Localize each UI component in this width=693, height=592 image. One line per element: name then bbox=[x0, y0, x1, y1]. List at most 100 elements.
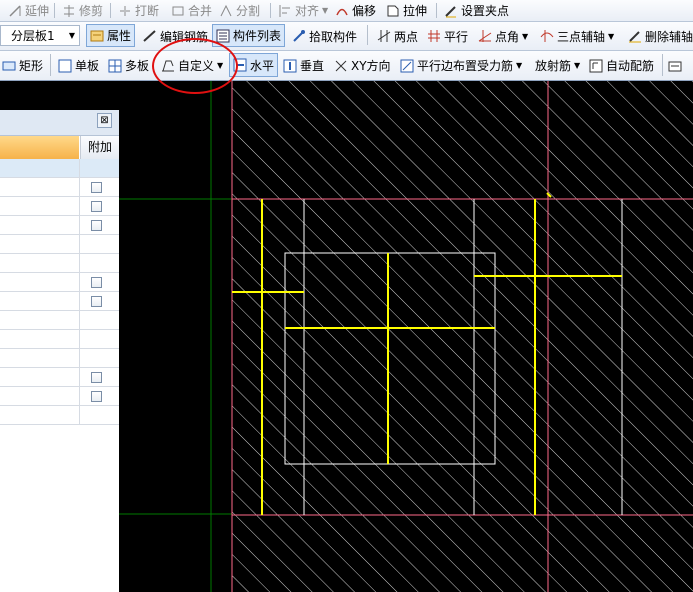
overflow-tool-icon bbox=[668, 59, 682, 73]
extend-label: 延伸 bbox=[25, 4, 50, 18]
table-row[interactable] bbox=[0, 159, 119, 178]
properties-button[interactable]: 属性 bbox=[86, 24, 136, 47]
pick-component-button[interactable]: 拾取构件 bbox=[292, 22, 357, 50]
table-row[interactable] bbox=[0, 178, 119, 197]
table-row[interactable] bbox=[0, 235, 119, 254]
radial-button[interactable]: 放射筋 ▼ bbox=[535, 51, 580, 80]
attach-checkbox[interactable] bbox=[91, 391, 102, 402]
table-row[interactable] bbox=[0, 368, 119, 387]
horizontal-label: 水平 bbox=[250, 58, 275, 73]
column-divider bbox=[79, 349, 80, 367]
offset-button[interactable]: 偏移 bbox=[335, 0, 376, 21]
table-row[interactable] bbox=[0, 406, 119, 425]
table-row[interactable] bbox=[0, 330, 119, 349]
auto-rebar-label: 自动配筋 bbox=[606, 59, 655, 73]
grid-header-name-column[interactable] bbox=[0, 136, 79, 159]
vertical-icon bbox=[283, 59, 297, 73]
parallel-axis-icon bbox=[427, 29, 441, 43]
layer-select[interactable]: 分层板1 ▼ bbox=[0, 25, 80, 46]
close-icon[interactable]: ⊠ bbox=[97, 113, 112, 128]
delete-axis-button[interactable]: 删除辅轴 bbox=[628, 22, 693, 50]
grid-header-attach[interactable]: 附加 bbox=[80, 136, 119, 159]
point-angle-label: 点角 bbox=[495, 29, 520, 44]
column-divider bbox=[79, 292, 80, 310]
attach-checkbox[interactable] bbox=[91, 182, 102, 193]
table-row[interactable] bbox=[0, 254, 119, 273]
multi-slab-button[interactable]: 多板 bbox=[108, 51, 149, 80]
align-button[interactable]: 对齐 ▼ bbox=[278, 0, 328, 21]
point-angle-icon bbox=[478, 29, 492, 43]
xy-direction-button[interactable]: XY方向 bbox=[334, 51, 391, 80]
split-button[interactable]: 分割 bbox=[219, 0, 260, 21]
component-list-button[interactable]: 构件列表 bbox=[212, 24, 286, 47]
single-slab-label: 单板 bbox=[75, 59, 100, 73]
table-row[interactable] bbox=[0, 216, 119, 235]
layer-select-value: 分层板1 bbox=[11, 29, 55, 43]
point-angle-button[interactable]: 点角 ▼ bbox=[478, 22, 528, 50]
drawing-canvas[interactable] bbox=[119, 81, 693, 592]
grid-header: 附加 bbox=[0, 136, 119, 159]
merge-label: 合并 bbox=[188, 4, 213, 18]
table-row[interactable] bbox=[0, 197, 119, 216]
auto-rebar-icon bbox=[589, 59, 603, 73]
vertical-button[interactable]: 垂直 bbox=[283, 51, 324, 80]
three-point-axis-icon bbox=[540, 29, 554, 43]
eyedropper-icon bbox=[292, 29, 306, 43]
eraser-icon bbox=[628, 29, 642, 43]
break-button[interactable]: 打断 bbox=[118, 0, 159, 21]
column-divider bbox=[79, 368, 80, 386]
break-label: 打断 bbox=[135, 4, 160, 18]
table-row[interactable] bbox=[0, 273, 119, 292]
three-point-axis-button[interactable]: 三点辅轴 ▼ bbox=[540, 22, 614, 50]
auto-rebar-button[interactable]: 自动配筋 bbox=[589, 51, 654, 80]
column-divider bbox=[79, 235, 80, 253]
stretch-label: 拉伸 bbox=[403, 4, 428, 18]
table-row[interactable] bbox=[0, 311, 119, 330]
properties-icon bbox=[90, 29, 104, 43]
rectangle-label: 矩形 bbox=[19, 59, 44, 73]
attach-checkbox[interactable] bbox=[91, 277, 102, 288]
two-points-axis-icon bbox=[377, 29, 391, 43]
column-divider bbox=[79, 159, 80, 177]
three-point-axis-label: 三点辅轴 bbox=[557, 29, 606, 44]
extend-icon bbox=[8, 4, 22, 18]
grip-pencil-icon bbox=[444, 4, 458, 18]
parallel-button[interactable]: 平行 bbox=[427, 22, 468, 50]
modify-toolbar: 延伸 修剪 打断 合并 分割 对齐 ▼ 偏移 拉伸 设置夹点 bbox=[0, 0, 693, 22]
attach-checkbox[interactable] bbox=[91, 201, 102, 212]
align-label: 对齐 bbox=[295, 4, 320, 18]
radial-label: 放射筋 bbox=[535, 59, 572, 73]
attach-checkbox[interactable] bbox=[91, 220, 102, 231]
trim-icon bbox=[62, 4, 76, 18]
table-row[interactable] bbox=[0, 387, 119, 406]
parallel-edge-button[interactable]: 平行边布置受力筋 ▼ bbox=[400, 51, 522, 80]
multi-slab-icon bbox=[108, 59, 122, 73]
column-divider bbox=[79, 216, 80, 234]
column-divider bbox=[79, 387, 80, 405]
column-divider bbox=[79, 406, 80, 424]
column-divider bbox=[79, 273, 80, 291]
properties-label: 属性 bbox=[107, 29, 132, 43]
single-slab-icon bbox=[58, 59, 72, 73]
stretch-button[interactable]: 拉伸 bbox=[386, 0, 427, 21]
set-grip-button[interactable]: 设置夹点 bbox=[444, 0, 509, 21]
single-slab-button[interactable]: 单板 bbox=[58, 51, 99, 80]
table-row[interactable] bbox=[0, 349, 119, 368]
annotation-circle bbox=[152, 38, 238, 94]
overflow-button[interactable] bbox=[668, 51, 685, 80]
merge-button[interactable]: 合并 bbox=[171, 0, 212, 21]
vertical-label: 垂直 bbox=[300, 59, 325, 73]
stretch-icon bbox=[386, 4, 400, 18]
panel-titlebar: ⊠ bbox=[0, 110, 119, 136]
rectangle-button[interactable]: 矩形 bbox=[2, 51, 43, 80]
attach-checkbox[interactable] bbox=[91, 296, 102, 307]
table-row[interactable] bbox=[0, 292, 119, 311]
component-toolbar: 分层板1 ▼ 属性 编辑钢筋 构件列表 拾取构件 两点 平行 点角 ▼ 三点辅轴 ▼… bbox=[0, 22, 693, 51]
align-icon bbox=[278, 4, 292, 18]
trim-button[interactable]: 修剪 bbox=[62, 0, 103, 21]
drawing-toolbar: 矩形 单板 多板 自定义 ▼ 水平 垂直 XY方向 平行边布置受力筋 ▼ 放射筋 ▼ … bbox=[0, 51, 693, 81]
attach-checkbox[interactable] bbox=[91, 372, 102, 383]
extend-button[interactable]: 延伸 bbox=[8, 0, 49, 21]
two-points-button[interactable]: 两点 bbox=[377, 22, 418, 50]
rectangle-icon bbox=[2, 59, 16, 73]
